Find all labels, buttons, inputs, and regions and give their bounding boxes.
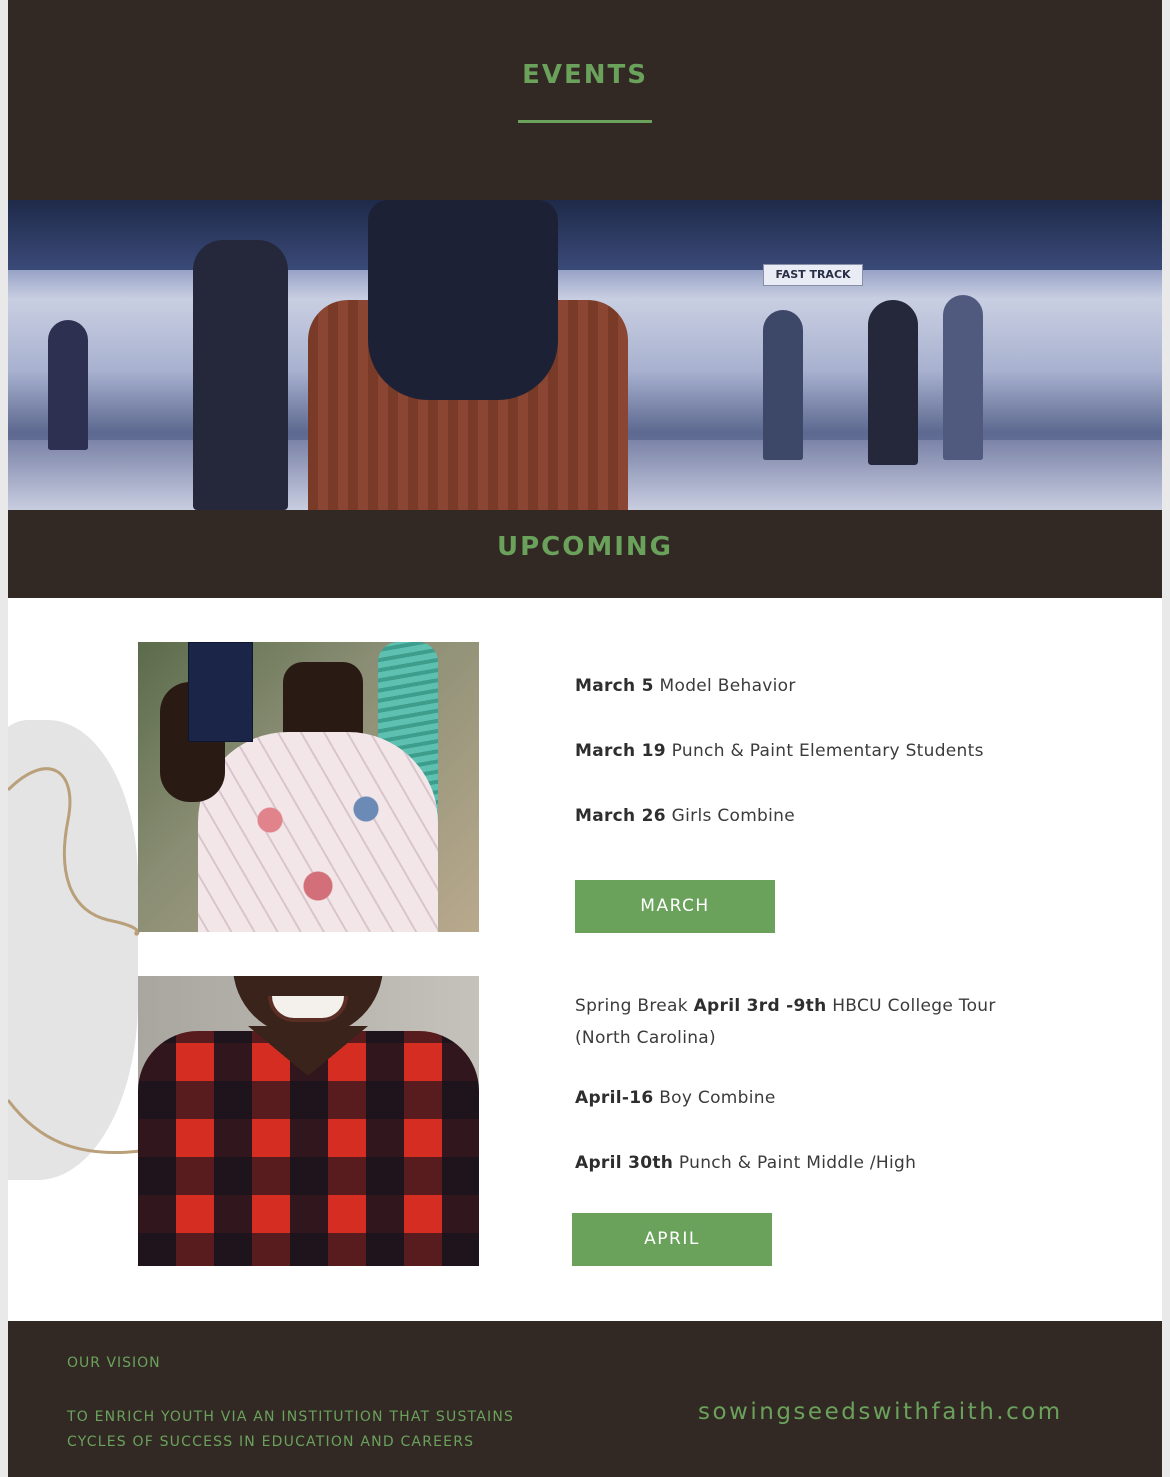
event-date: April 30th — [575, 1153, 674, 1173]
event-date: March 5 — [575, 676, 654, 696]
hero-traveler — [193, 240, 288, 510]
photo-patterned-shirt — [198, 732, 438, 932]
upcoming-title: UPCOMING — [497, 532, 673, 562]
event-item: April-16 Boy Combine — [575, 1088, 776, 1108]
hero-ceiling — [8, 200, 1162, 270]
title-underline — [518, 120, 652, 123]
hero-traveler — [48, 320, 88, 450]
event-name: HBCU College Tour — [832, 996, 996, 1016]
event-name: Model Behavior — [659, 676, 796, 696]
event-name: Punch & Paint Elementary Students — [671, 741, 984, 761]
event-item: March 19 Punch & Paint Elementary Studen… — [575, 741, 984, 761]
vision-line: TO ENRICH YOUTH VIA AN INSTITUTION THAT … — [67, 1409, 515, 1425]
photo-passport — [188, 642, 253, 742]
hero-traveler — [763, 310, 803, 460]
april-button[interactable]: APRIL — [572, 1213, 772, 1266]
event-date: April 3rd -9th — [693, 996, 827, 1016]
events-page: EVENTS FAST TRACK UPCOMING March 5 Model… — [8, 0, 1162, 1477]
vision-line: CYCLES OF SUCCESS IN EDUCATION AND CAREE… — [67, 1434, 475, 1450]
page-title: EVENTS — [522, 60, 648, 90]
decorative-swirl — [8, 767, 149, 1155]
april-photo — [138, 976, 479, 1266]
vision-title: OUR VISION — [67, 1355, 161, 1371]
fast-track-sign: FAST TRACK — [763, 264, 863, 286]
hero-traveler — [943, 295, 983, 460]
event-item: March 5 Model Behavior — [575, 676, 796, 696]
march-photo — [138, 642, 479, 932]
event-date: April-16 — [575, 1088, 654, 1108]
footer: OUR VISION TO ENRICH YOUTH VIA AN INSTIT… — [8, 1321, 1162, 1477]
vision-statement: TO ENRICH YOUTH VIA AN INSTITUTION THAT … — [67, 1405, 587, 1455]
hero-backpack — [368, 200, 558, 400]
event-name: Girls Combine — [671, 806, 796, 826]
event-prefix: Spring Break — [575, 996, 688, 1016]
event-location: (North Carolina) — [575, 1028, 716, 1048]
event-item: March 26 Girls Combine — [575, 806, 795, 826]
event-item: April 30th Punch & Paint Middle /High — [575, 1153, 916, 1173]
hero-traveler — [868, 300, 918, 465]
event-name: Boy Combine — [659, 1088, 776, 1108]
event-item: Spring Break April 3rd -9th HBCU College… — [575, 990, 996, 1054]
events-header: EVENTS — [8, 0, 1162, 200]
event-date: March 19 — [575, 741, 666, 761]
march-button[interactable]: MARCH — [575, 880, 775, 933]
upcoming-banner: UPCOMING — [8, 510, 1162, 598]
event-name: Punch & Paint Middle /High — [678, 1153, 917, 1173]
event-date: March 26 — [575, 806, 666, 826]
website-link[interactable]: sowingseedswithfaith.com — [698, 1399, 1063, 1425]
hero-airport-image: FAST TRACK — [8, 200, 1162, 510]
